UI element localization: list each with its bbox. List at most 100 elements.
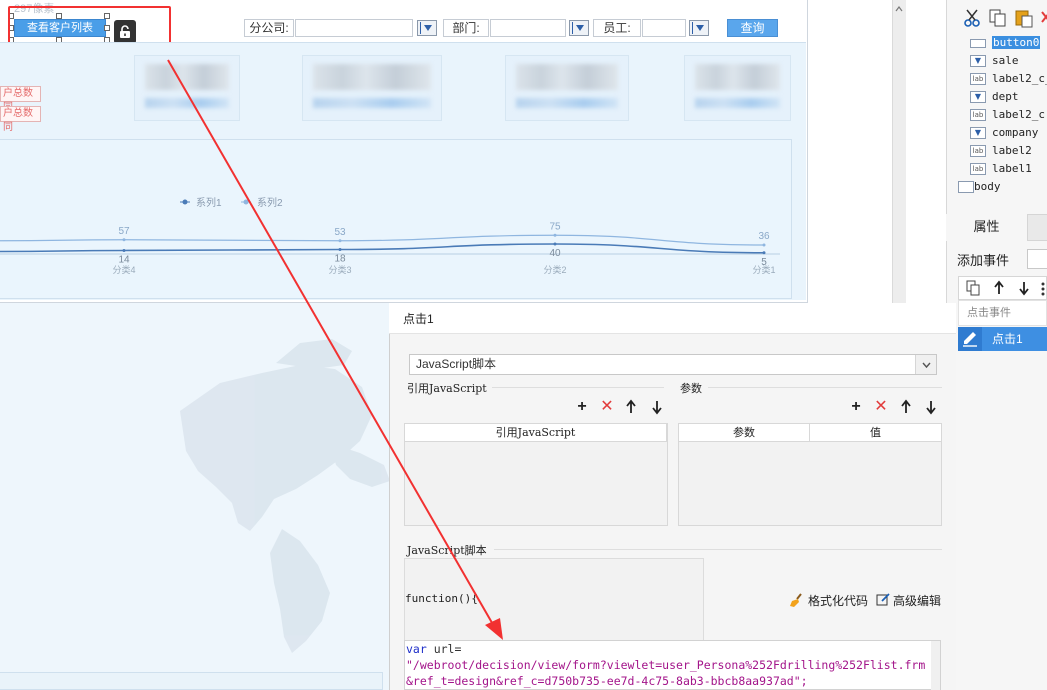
- lower-panel-strip: [0, 672, 383, 690]
- canvas-gutter: [808, 0, 946, 303]
- tree-item-label: button0: [992, 36, 1041, 49]
- remove-ref-js-icon[interactable]: ✕: [599, 399, 615, 415]
- legend-marker: [182, 199, 188, 205]
- vertical-scrollbar[interactable]: [892, 0, 906, 303]
- data-point: [338, 239, 342, 243]
- data-point: [553, 242, 557, 246]
- tree-item-label: company: [992, 126, 1039, 139]
- dialog-title: 点击1: [403, 312, 434, 326]
- series-line: [0, 243, 765, 254]
- legend-marker: [243, 199, 249, 205]
- copy-event-icon[interactable]: [965, 280, 981, 296]
- param-down-icon[interactable]: [924, 399, 938, 418]
- ref-js-column-header[interactable]: 引用JavaScript: [405, 424, 667, 442]
- event-list-header: 点击事件: [958, 300, 1047, 326]
- tree-item-label: dept: [992, 90, 1019, 103]
- code-string: "/webroot/decision/view/form?viewlet=use…: [406, 658, 926, 672]
- code-scrollbar[interactable]: [931, 641, 940, 690]
- add-ref-js-icon[interactable]: +: [574, 399, 590, 415]
- staff-dropdown-icon[interactable]: [689, 20, 709, 36]
- chevron-down-icon[interactable]: [915, 355, 936, 374]
- function-signature: function(){: [405, 592, 478, 605]
- combo-icon: ▼: [970, 127, 986, 139]
- tab-attributes[interactable]: 属性: [946, 214, 1028, 241]
- add-event-label: 添加事件: [957, 253, 1010, 268]
- scroll-up-icon[interactable]: [895, 2, 903, 12]
- data-point: [122, 238, 126, 242]
- company-dropdown-icon[interactable]: [417, 20, 437, 36]
- param-up-icon[interactable]: [899, 399, 913, 418]
- code-text: url=: [426, 642, 462, 656]
- x-tick-label: 分类2: [543, 264, 566, 275]
- cut-icon[interactable]: [962, 8, 982, 28]
- advanced-edit-icon[interactable]: [876, 592, 891, 607]
- script-section-title: JavaScript脚本: [407, 544, 487, 557]
- x-tick-label: 分类1: [752, 264, 775, 275]
- add-param-icon[interactable]: +: [848, 399, 864, 415]
- more-icon[interactable]: [1039, 281, 1047, 297]
- code-editor[interactable]: var url= "/webroot/decision/view/form?vi…: [404, 640, 941, 690]
- button-icon: [970, 39, 986, 48]
- kpi-card-blurred: [505, 55, 629, 121]
- data-label: 36: [758, 231, 770, 242]
- delete-icon[interactable]: [1040, 10, 1047, 24]
- data-label: 40: [549, 248, 561, 259]
- data-point: [122, 249, 126, 252]
- data-point: [762, 251, 766, 255]
- add-event-select[interactable]: [1027, 249, 1047, 269]
- code-keyword: var: [406, 642, 427, 656]
- combo-icon: ▼: [970, 55, 986, 67]
- advanced-edit-button[interactable]: 高级编辑: [893, 592, 941, 609]
- combo-icon: ▼: [970, 91, 986, 103]
- edit-pencil-icon[interactable]: [958, 327, 982, 351]
- data-label: 14: [118, 255, 130, 266]
- kpi-card-blurred: [684, 55, 791, 121]
- tree-item-label: body: [974, 180, 1001, 193]
- dept-label: 部门:: [443, 19, 489, 37]
- x-tick-label: 分类3: [328, 264, 351, 275]
- company-combo[interactable]: [295, 19, 413, 37]
- params-table[interactable]: 参数 值: [678, 423, 942, 526]
- param-value-column-header[interactable]: 值: [810, 424, 941, 442]
- label-icon: lab: [970, 73, 986, 85]
- copy-icon[interactable]: [988, 8, 1008, 28]
- move-up-icon[interactable]: [992, 280, 1006, 296]
- dialog-title-bar: [389, 303, 956, 334]
- param-name-column-header[interactable]: 参数: [679, 424, 810, 442]
- format-code-button[interactable]: 格式化代码: [808, 592, 868, 609]
- ref-js-table[interactable]: 引用JavaScript: [404, 423, 668, 526]
- body-icon: [958, 181, 974, 193]
- data-point: [553, 233, 557, 237]
- broom-icon[interactable]: [789, 592, 805, 608]
- divider: [494, 549, 942, 550]
- data-point: [338, 248, 342, 251]
- event-item-label: 点击1: [992, 332, 1023, 346]
- map-area[interactable]: [0, 303, 390, 690]
- dept-dropdown-icon[interactable]: [569, 20, 589, 36]
- label-icon: lab: [970, 145, 986, 157]
- dept-combo[interactable]: [490, 19, 566, 37]
- data-point: [762, 243, 766, 247]
- data-label: 75: [549, 221, 561, 232]
- kpi-card-blurred: [302, 55, 442, 121]
- data-label: 57: [118, 226, 130, 237]
- kpi-card-blurred: [134, 55, 240, 121]
- tree-item-label: label2: [992, 144, 1032, 157]
- tree-item-label: sale: [992, 54, 1019, 67]
- label-icon: lab: [970, 109, 986, 121]
- staff-combo[interactable]: [642, 19, 686, 37]
- tree-item-label: label2_c: [992, 108, 1045, 121]
- query-button[interactable]: 查询: [727, 19, 778, 37]
- ref-js-down-icon[interactable]: [650, 399, 664, 418]
- script-type-select[interactable]: JavaScript脚本: [409, 354, 937, 375]
- remove-param-icon[interactable]: ✕: [873, 399, 889, 415]
- data-label: 18: [334, 254, 346, 265]
- move-down-icon[interactable]: [1017, 280, 1031, 296]
- ref-js-up-icon[interactable]: [624, 399, 638, 418]
- divider: [492, 387, 664, 388]
- params-section-title: 参数: [680, 382, 702, 395]
- line-chart: 系列1 系列214 18 40557 53 7536分类4 分类3 分类2 分类1: [0, 196, 780, 275]
- staff-label: 员工:: [593, 19, 641, 37]
- paste-icon[interactable]: [1014, 8, 1034, 28]
- world-map-graphic: [180, 339, 390, 653]
